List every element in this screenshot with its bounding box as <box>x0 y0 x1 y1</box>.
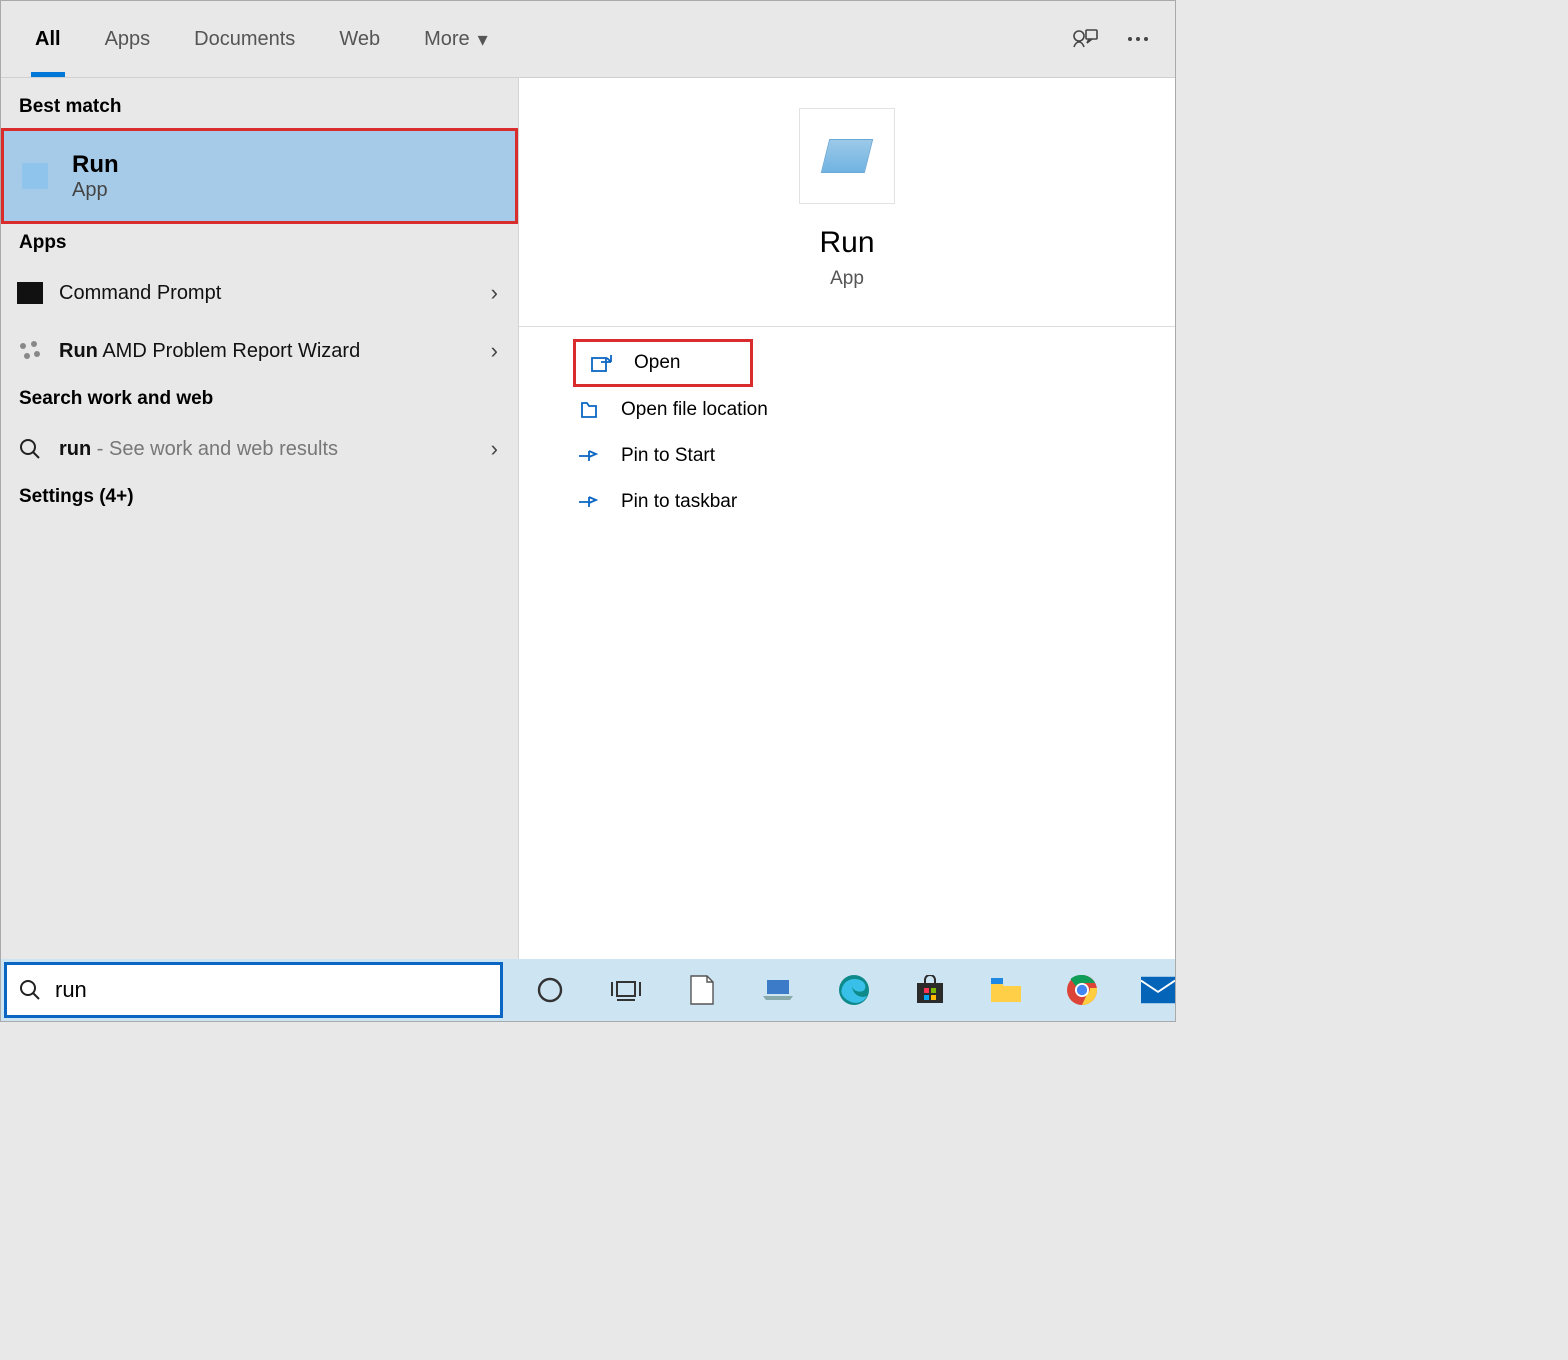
action-open-file-location[interactable]: Open file location <box>519 387 1175 433</box>
action-label: Pin to Start <box>621 445 715 467</box>
result-label: Run AMD Problem Report Wizard <box>59 340 491 363</box>
search-web-header: Search work and web <box>1 380 518 420</box>
more-options-icon[interactable] <box>1127 36 1149 42</box>
detail-subtitle: App <box>830 268 864 290</box>
detail-panel: Run App Open Open file location <box>519 78 1175 959</box>
result-command-prompt[interactable]: Command Prompt › <box>1 264 518 322</box>
chevron-down-icon: ▾ <box>478 27 488 52</box>
filter-tabs: All Apps Documents Web More ▾ <box>1 1 1175 78</box>
result-amd-wizard[interactable]: Run AMD Problem Report Wizard › <box>1 322 518 380</box>
taskbar <box>1 959 1175 1021</box>
action-label: Pin to taskbar <box>621 491 737 513</box>
result-web-search[interactable]: run - See work and web results › <box>1 420 518 478</box>
mail-icon[interactable] <box>1141 973 1175 1007</box>
tab-more[interactable]: More ▾ <box>402 1 510 77</box>
chrome-icon[interactable] <box>1065 973 1099 1007</box>
amd-icon <box>15 336 45 366</box>
file-explorer-icon[interactable] <box>989 973 1023 1007</box>
cortana-icon[interactable] <box>533 973 567 1007</box>
libreoffice-icon[interactable] <box>685 973 719 1007</box>
chevron-right-icon[interactable]: › <box>491 280 504 306</box>
taskbar-search[interactable] <box>4 962 503 1018</box>
tab-label: Web <box>339 28 380 51</box>
action-pin-to-start[interactable]: Pin to Start <box>519 433 1175 479</box>
feedback-icon[interactable] <box>1071 27 1099 51</box>
task-view-icon[interactable] <box>609 973 643 1007</box>
detail-title: Run <box>819 226 874 260</box>
result-title: Run <box>72 151 119 179</box>
action-label: Open <box>634 352 680 374</box>
pin-icon <box>577 492 601 512</box>
result-subtitle: App <box>72 179 119 202</box>
tab-apps[interactable]: Apps <box>83 1 173 77</box>
result-label: run - See work and web results <box>59 438 491 461</box>
search-icon <box>15 434 45 464</box>
run-app-icon <box>22 163 48 189</box>
laptop-icon[interactable] <box>761 973 795 1007</box>
search-icon <box>19 979 41 1001</box>
tab-documents[interactable]: Documents <box>172 1 317 77</box>
tab-label: More <box>424 28 470 51</box>
results-panel: Best match Run App Apps Command Prompt ›… <box>1 78 519 959</box>
store-icon[interactable] <box>913 973 947 1007</box>
settings-header[interactable]: Settings (4+) <box>1 478 518 518</box>
action-open[interactable]: Open <box>573 339 753 387</box>
folder-icon <box>577 400 601 420</box>
tab-label: Documents <box>194 28 295 51</box>
open-icon <box>590 353 614 373</box>
best-match-result[interactable]: Run App <box>1 128 518 224</box>
best-match-header: Best match <box>1 88 518 128</box>
chevron-right-icon[interactable]: › <box>491 436 504 462</box>
apps-header: Apps <box>1 224 518 264</box>
edge-icon[interactable] <box>837 973 871 1007</box>
app-large-icon <box>799 108 895 204</box>
command-prompt-icon <box>15 278 45 308</box>
tab-all[interactable]: All <box>13 1 83 77</box>
action-pin-to-taskbar[interactable]: Pin to taskbar <box>519 479 1175 525</box>
search-input[interactable] <box>55 977 488 1003</box>
tab-label: All <box>35 28 61 51</box>
tab-label: Apps <box>105 28 151 51</box>
chevron-right-icon[interactable]: › <box>491 338 504 364</box>
tab-web[interactable]: Web <box>317 1 402 77</box>
result-label: Command Prompt <box>59 282 491 305</box>
pin-icon <box>577 446 601 466</box>
action-label: Open file location <box>621 399 768 421</box>
